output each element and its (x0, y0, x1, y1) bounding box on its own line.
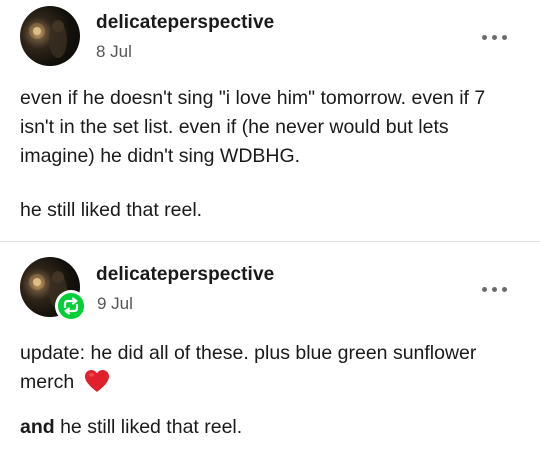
more-options-icon[interactable] (480, 30, 510, 46)
reblog-badge (55, 290, 87, 322)
post-text: even if he doesn't sing "i love him" tom… (20, 87, 486, 167)
post-date[interactable]: 9 Jul (97, 294, 133, 314)
post-update: delicateperspective 9 Jul update: he did… (0, 242, 540, 453)
plain-text: he still liked that reel. (54, 416, 243, 438)
post-text: he still liked that reel. (20, 199, 203, 221)
username[interactable]: delicateperspective (96, 12, 274, 34)
reblog-icon (63, 297, 79, 315)
heart-emoji (85, 370, 110, 392)
username[interactable]: delicateperspective (96, 264, 274, 286)
post-text: and he still liked that reel. (20, 413, 520, 442)
bold-text: and (20, 416, 55, 438)
avatar-image (29, 20, 67, 58)
post-text: update: he did all of these. plus blue g… (20, 339, 520, 397)
avatar[interactable] (20, 6, 80, 66)
post-original: delicateperspective 8 Jul even if he doe… (0, 0, 540, 241)
post-date[interactable]: 8 Jul (96, 42, 132, 62)
more-options-icon[interactable] (480, 282, 510, 298)
